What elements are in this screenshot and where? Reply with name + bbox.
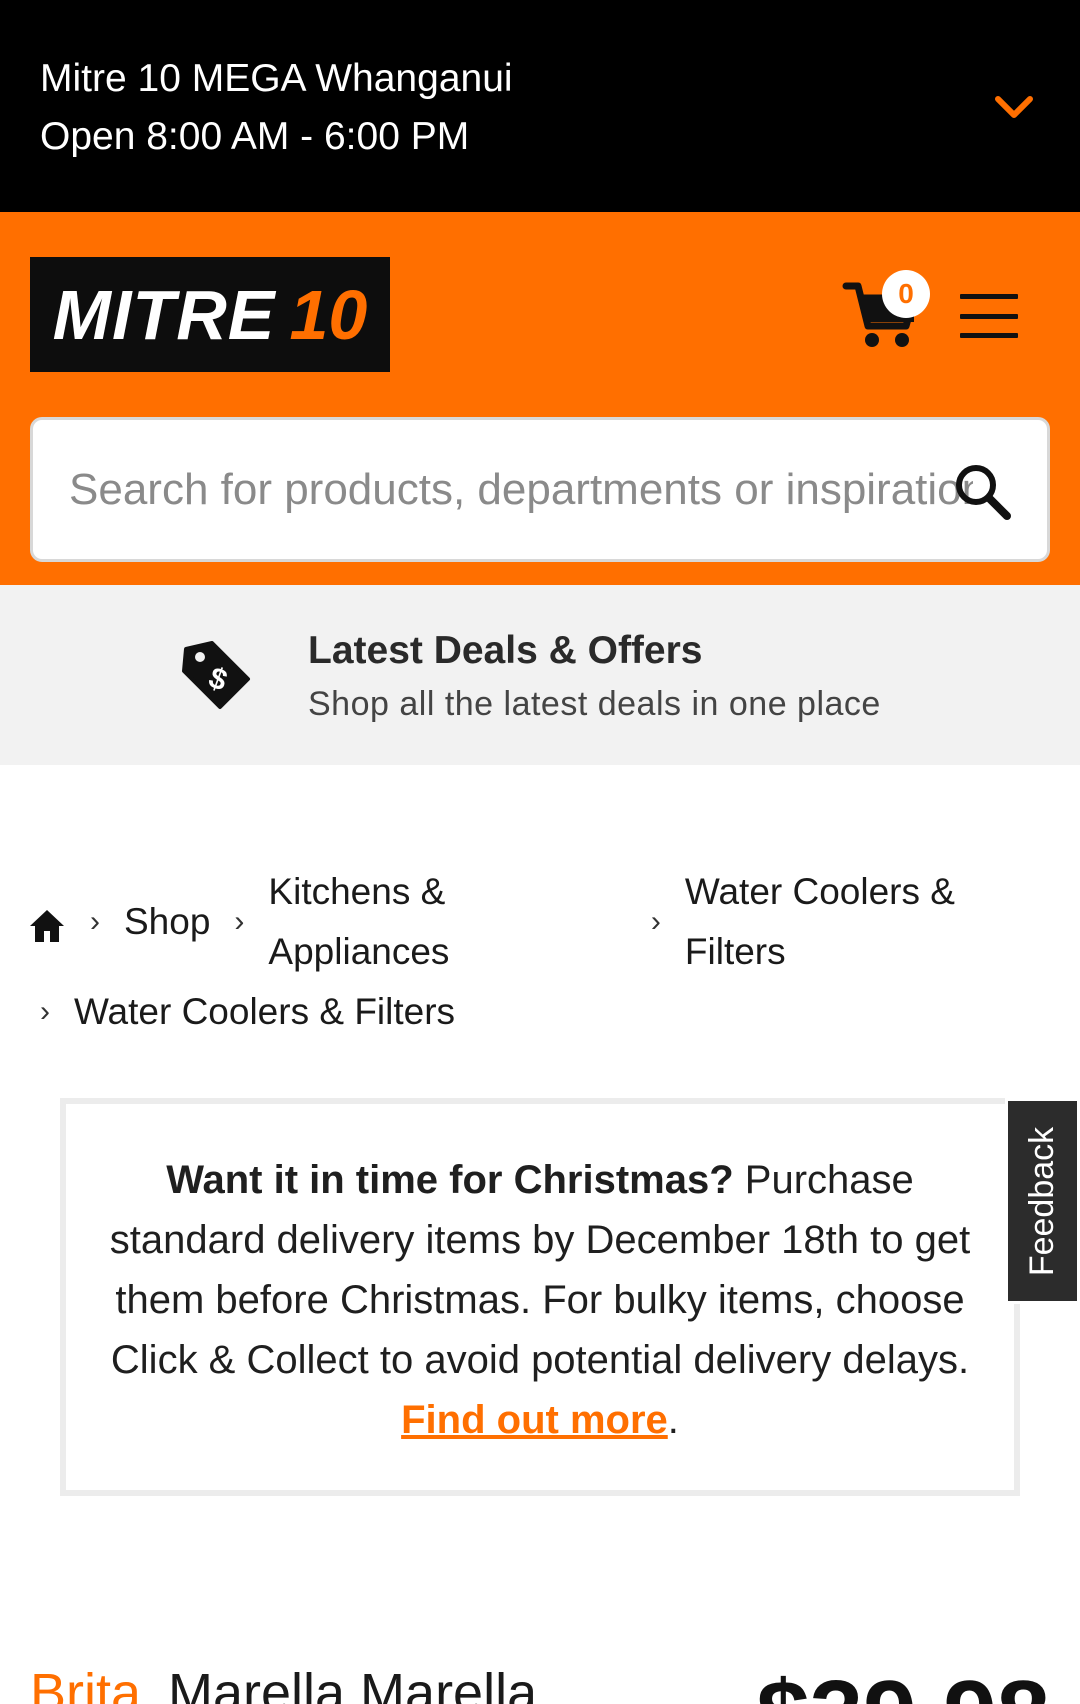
breadcrumb: › Shop › Kitchens & Appliances › Water C… <box>28 862 1058 1042</box>
breadcrumb-separator: › <box>40 995 50 1028</box>
christmas-delivery-notice: Want it in time for Christmas? Purchase … <box>60 1098 1020 1496</box>
deals-title: Latest Deals & Offers <box>308 629 703 672</box>
store-name: Mitre 10 MEGA Whanganui <box>40 57 513 100</box>
search-bar <box>30 417 1050 562</box>
mitre10-logo[interactable]: MITRE 10 <box>30 257 390 372</box>
cart-count-badge: 0 <box>882 270 930 318</box>
breadcrumb-separator: › <box>90 905 100 938</box>
breadcrumb-shop[interactable]: Shop <box>124 892 210 952</box>
deals-subtitle: Shop all the latest deals in one place <box>308 685 881 723</box>
logo-number: 10 <box>289 275 368 354</box>
deals-banner[interactable]: $ Latest Deals & Offers Shop all the lat… <box>0 585 1080 765</box>
breadcrumb-kitchens-appliances[interactable]: Kitchens & Appliances <box>268 862 626 982</box>
logo-word: MITRE <box>52 275 276 354</box>
notice-end: . <box>667 1398 679 1442</box>
breadcrumb-current[interactable]: Water Coolers & Filters <box>74 982 455 1042</box>
breadcrumb-separator: › <box>650 905 661 938</box>
feedback-label: Feedback <box>1023 1126 1062 1276</box>
menu-line <box>960 294 1018 299</box>
price-tag-icon: $ <box>178 637 254 713</box>
breadcrumb-separator: › <box>234 905 245 938</box>
search-icon[interactable] <box>953 462 1013 522</box>
menu-line <box>960 333 1018 338</box>
find-out-more-link[interactable]: Find out more <box>401 1398 668 1442</box>
chevron-down-icon[interactable] <box>988 82 1040 134</box>
home-icon[interactable] <box>28 903 66 942</box>
product-price: $39.98 <box>756 1660 1050 1704</box>
product-header: Brita Marella Marella $39.98 <box>30 1650 1080 1704</box>
notice-lead: Want it in time for Christmas? <box>166 1158 734 1202</box>
product-name: Marella Marella <box>168 1663 538 1704</box>
store-bar[interactable]: Mitre 10 MEGA Whanganui Open 8:00 AM - 6… <box>0 0 1080 212</box>
menu-button[interactable] <box>960 294 1018 338</box>
store-hours: Open 8:00 AM - 6:00 PM <box>40 115 470 158</box>
product-brand-link[interactable]: Brita <box>30 1662 141 1704</box>
menu-line <box>960 313 1018 319</box>
search-input[interactable] <box>69 450 973 530</box>
breadcrumb-water-coolers-filters[interactable]: Water Coolers & Filters <box>685 862 1058 982</box>
feedback-tab[interactable]: Feedback <box>1005 1098 1080 1304</box>
site-header: MITRE 10 0 <box>0 212 1080 585</box>
